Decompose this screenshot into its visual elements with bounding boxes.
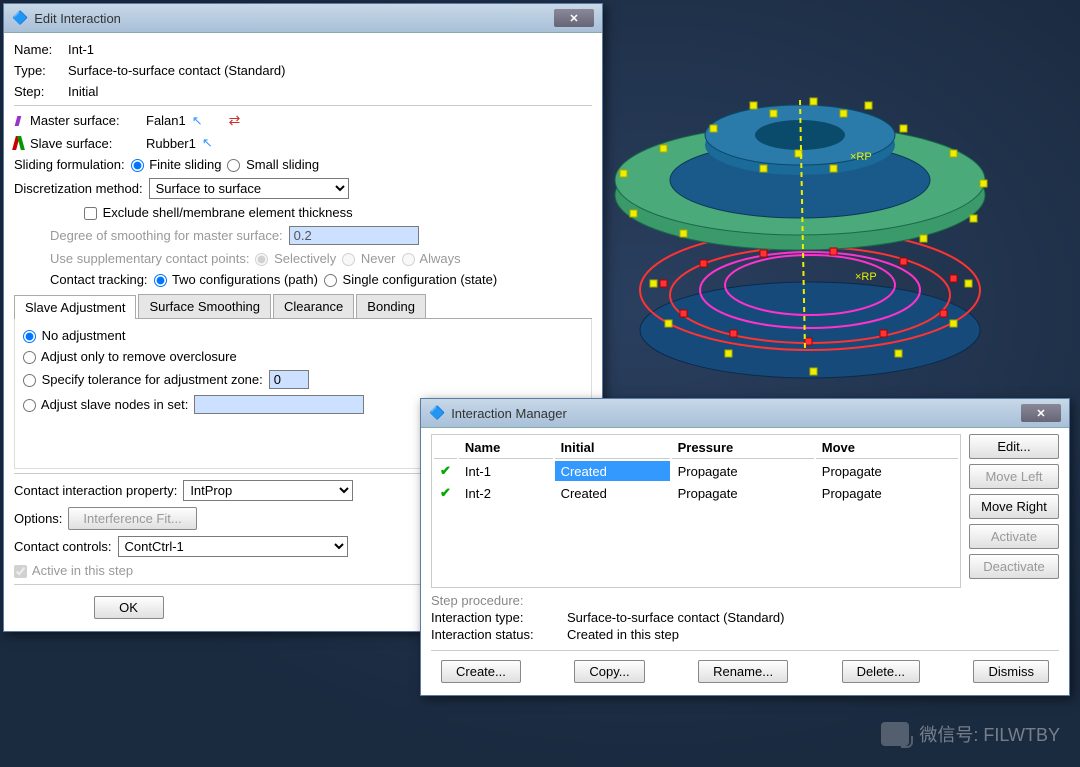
pick-master-icon[interactable]: ↖ — [192, 113, 203, 129]
mgr-titlebar[interactable]: 🔷 Interaction Manager ✕ — [421, 399, 1069, 428]
tab-bonding[interactable]: Bonding — [356, 294, 426, 318]
tab-surface-smoothing[interactable]: Surface Smoothing — [138, 294, 271, 318]
adj-none-radio[interactable]: No adjustment — [23, 328, 125, 343]
interaction-table[interactable]: Name Initial Pressure Move ✔ Int-1Created… — [431, 434, 961, 588]
exclude-thickness-check[interactable]: Exclude shell/membrane element thickness — [84, 205, 353, 220]
master-surface-icon — [14, 114, 24, 128]
mgr-type-label: Interaction type: — [431, 610, 561, 625]
ok-button[interactable]: OK — [94, 596, 164, 619]
rename-button[interactable]: Rename... — [698, 660, 788, 683]
app-icon: 🔷 — [12, 10, 28, 26]
interference-fit-button: Interference Fit... — [68, 507, 196, 530]
swap-surfaces-icon[interactable]: ⇄ — [229, 112, 241, 129]
procedure-label: Step procedure: — [431, 593, 524, 608]
active-step-check: Active in this step — [14, 563, 133, 578]
cell-pressure: Propagate — [672, 483, 814, 503]
deactivatebutton: Deactivate — [969, 554, 1059, 579]
side-buttons: Edit... Move Left Move Right Activate Deacti… — [969, 434, 1059, 588]
type-value: Surface-to-surface contact (Standard) — [68, 63, 286, 78]
copy-button[interactable]: Copy... — [574, 660, 644, 683]
mgr-status-value: Created in this step — [567, 627, 679, 642]
discretization-select[interactable]: Surface to surface — [149, 178, 349, 199]
cell-name: Int-1 — [459, 461, 553, 481]
supp-always-radio: Always — [402, 251, 461, 266]
sliding-small-radio[interactable]: Small sliding — [227, 157, 319, 172]
table-row[interactable]: ✔Int-1CreatedPropagatePropagate — [434, 461, 958, 481]
adj-tolerance-input[interactable] — [269, 370, 309, 389]
create-button[interactable]: Create... — [441, 660, 521, 683]
smoothing-input[interactable] — [289, 226, 419, 245]
dismissbutton[interactable]: Dismiss — [973, 660, 1049, 683]
edit-button[interactable]: Edit... — [969, 434, 1059, 459]
supp-never-radio: Never — [342, 251, 395, 266]
col-initial[interactable]: Initial — [555, 437, 670, 459]
cell-initial: Created — [555, 483, 670, 503]
mgr-title: Interaction Manager — [451, 406, 1015, 421]
smoothing-label: Degree of smoothing for master surface: — [50, 228, 283, 243]
supp-selectively-radio: Selectively — [255, 251, 336, 266]
cell-name: Int-2 — [459, 483, 553, 503]
slave-value: Rubber1 — [146, 136, 196, 151]
adj-set-input[interactable] — [194, 395, 364, 414]
name-label: Name: — [14, 42, 62, 57]
tab-slave-adjustment[interactable]: Slave Adjustment — [14, 295, 136, 319]
check-icon: ✔ — [440, 463, 451, 478]
name-value: Int-1 — [68, 42, 94, 57]
discr-label: Discretization method: — [14, 181, 143, 196]
cell-pressure: Propagate — [672, 461, 814, 481]
step-value: Initial — [68, 84, 98, 99]
sliding-finite-radio[interactable]: Finite sliding — [131, 157, 222, 172]
col-move[interactable]: Move — [816, 437, 958, 459]
watermark: 微信号: FILWTBY — [881, 721, 1060, 747]
slave-surface-icon — [14, 136, 24, 150]
tracking-two-radio[interactable]: Two configurations (path) — [154, 272, 318, 287]
slave-label: Slave surface: — [30, 136, 140, 151]
delete-button[interactable]: Delete... — [842, 660, 920, 683]
wechat-icon — [881, 722, 909, 746]
pick-slave-icon[interactable]: ↖ — [202, 135, 213, 151]
adj-set-radio[interactable]: Adjust slave nodes in set: — [23, 397, 188, 412]
supp-label: Use supplementary contact points: — [50, 251, 249, 266]
controls-select[interactable]: ContCtrl-1 — [118, 536, 348, 557]
check-icon: ✔ — [440, 485, 451, 500]
close-icon[interactable]: ✕ — [554, 9, 594, 27]
adj-overclosure-radio[interactable]: Adjust only to remove overclosure — [23, 349, 237, 364]
master-value: Falan1 — [146, 113, 186, 128]
svg-text:×RP: ×RP — [850, 151, 872, 163]
table-row[interactable]: ✔Int-2CreatedPropagatePropagate — [434, 483, 958, 503]
type-label: Type: — [14, 63, 62, 78]
cip-select[interactable]: IntProp — [183, 480, 353, 501]
controls-label: Contact controls: — [14, 539, 112, 554]
cip-label: Contact interaction property: — [14, 483, 177, 498]
tabs: Slave Adjustment Surface Smoothing Clear… — [14, 294, 592, 319]
master-label: Master surface: — [30, 113, 140, 128]
col-name[interactable]: Name — [459, 437, 553, 459]
dialog-titlebar[interactable]: 🔷 Edit Interaction ✕ — [4, 4, 602, 33]
move-rightbutton[interactable]: Move Right — [969, 494, 1059, 519]
close-icon[interactable]: ✕ — [1021, 404, 1061, 422]
sliding-label: Sliding formulation: — [14, 157, 125, 172]
cell-initial: Created — [555, 461, 670, 481]
svg-text:×RP: ×RP — [855, 271, 877, 283]
interaction-manager-dialog: 🔷 Interaction Manager ✕ Name Initial Pre… — [420, 398, 1070, 696]
tab-clearance[interactable]: Clearance — [273, 294, 354, 318]
step-label: Step: — [14, 84, 62, 99]
cell-move: Propagate — [816, 483, 958, 503]
move-leftbutton: Move Left — [969, 464, 1059, 489]
tracking-single-radio[interactable]: Single configuration (state) — [324, 272, 497, 287]
app-icon: 🔷 — [429, 405, 445, 421]
adj-tolerance-radio[interactable]: Specify tolerance for adjustment zone: — [23, 372, 263, 387]
cell-move: Propagate — [816, 461, 958, 481]
activatebutton: Activate — [969, 524, 1059, 549]
model-3d: ×RP ×RP — [610, 50, 1030, 400]
mgr-type-value: Surface-to-surface contact (Standard) — [567, 610, 785, 625]
dialog-title: Edit Interaction — [34, 11, 548, 26]
col-pressure[interactable]: Pressure — [672, 437, 814, 459]
mgr-status-label: Interaction status: — [431, 627, 561, 642]
options-label: Options: — [14, 511, 62, 526]
tracking-label: Contact tracking: — [50, 272, 148, 287]
